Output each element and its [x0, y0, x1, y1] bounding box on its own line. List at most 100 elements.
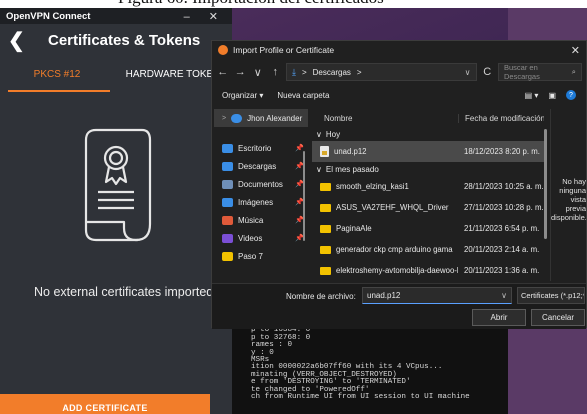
- navigation-pane: > Jhon Alexander Escritorio 📌 Descargas 📌 Do…: [214, 109, 308, 281]
- dialog-footer: Nombre de archivo: unad.p12 ∨ Certificat…: [212, 283, 586, 329]
- file-name: ASUS_VA27EHF_WHQL_Driver: [336, 203, 449, 212]
- file-name: generador ckp cmp arduino gama: [336, 245, 453, 254]
- file-type-select[interactable]: Certificates (*.p12;*.pkcs12;*.pfx: [517, 287, 585, 304]
- file-list: Nombre Fecha de modificación ∨ Hoy unad.…: [312, 109, 544, 281]
- file-list-scrollbar[interactable]: [544, 129, 547, 239]
- column-name[interactable]: Nombre: [312, 114, 458, 123]
- cloud-icon: [231, 113, 243, 123]
- organize-button[interactable]: Organizar ▾: [222, 91, 263, 100]
- open-button[interactable]: Abrir: [472, 309, 526, 326]
- sidebar-item[interactable]: Escritorio 📌: [214, 139, 308, 157]
- openvpn-window-title: OpenVPN Connect: [6, 10, 91, 22]
- openvpn-header: ❮ Certificates & Tokens: [0, 24, 232, 56]
- filename-input[interactable]: unad.p12 ∨: [362, 287, 512, 304]
- sidebar-item[interactable]: Descargas 📌: [214, 157, 308, 175]
- folder-icon: [222, 233, 233, 243]
- address-bar[interactable]: ⤓ > Descargas > ∨: [286, 63, 477, 81]
- refresh-icon[interactable]: C: [481, 66, 495, 78]
- sidebar-separator: [214, 127, 308, 139]
- help-icon[interactable]: ?: [566, 90, 576, 100]
- view-options-icon[interactable]: ▤ ▾: [525, 91, 539, 100]
- folder-icon: [222, 161, 233, 171]
- sidebar-item[interactable]: Videos 📌: [214, 229, 308, 247]
- folder-icon: [320, 245, 331, 254]
- add-certificate-button[interactable]: ADD CERTIFICATE: [0, 394, 210, 414]
- file-name-cell: elektroshemy-avtomobilja-daewoo-lanos: [312, 266, 458, 275]
- folder-icon: [222, 179, 233, 189]
- file-name: elektroshemy-avtomobilja-daewoo-lanos: [336, 266, 458, 275]
- folder-icon: [320, 203, 331, 212]
- file-date: 20/11/2023 2:14 a. m.: [464, 245, 540, 254]
- sidebar-item[interactable]: Música 📌: [214, 211, 308, 229]
- openvpn-window: OpenVPN Connect – ✕ ❮ Certificates & Tok…: [0, 8, 232, 414]
- sidebar-item[interactable]: Paso 7: [214, 247, 308, 265]
- column-headers: Nombre Fecha de modificación: [312, 109, 544, 127]
- column-date[interactable]: Fecha de modificación: [458, 113, 544, 123]
- sidebar-item-label: Documentos: [238, 179, 283, 189]
- file-row[interactable]: PaginaAle 21/11/2023 6:54 p. m.: [312, 218, 544, 239]
- address-separator: >: [301, 67, 307, 77]
- folder-icon: [320, 224, 331, 233]
- figure-caption: Figura 60. Importación del certificados: [0, 0, 587, 8]
- file-row[interactable]: unad.p12 18/12/2023 8:20 p. m.: [312, 141, 544, 162]
- sidebar-item-label: Descargas: [238, 161, 277, 171]
- file-name-cell: ASUS_VA27EHF_WHQL_Driver: [312, 203, 458, 212]
- file-row[interactable]: elektroshemy-avtomobilja-daewoo-lanos 20/…: [312, 260, 544, 281]
- terminal-output: p to 8/64: 0p to 16384: 0p to 32768: 0ra…: [216, 319, 508, 414]
- window-controls[interactable]: – ✕: [184, 10, 226, 23]
- file-row[interactable]: generador ckp cmp arduino gama 20/11/2023…: [312, 239, 544, 260]
- address-folder[interactable]: Descargas: [313, 68, 351, 77]
- navigation-scrollbar[interactable]: [303, 151, 305, 241]
- terminal-line: ch from Runtime UI from UI session to UI…: [251, 393, 470, 402]
- navigation-bar: ← → ∨ ↑ ⤓ > Descargas > ∨ C Buscar en De…: [212, 59, 586, 85]
- active-tab-indicator: [8, 90, 110, 92]
- collapse-chevron-icon: ∨: [316, 129, 322, 139]
- folder-icon: [320, 182, 331, 191]
- file-name-cell: generador ckp cmp arduino gama: [312, 245, 458, 254]
- recent-dropdown-icon[interactable]: ∨: [251, 66, 265, 79]
- sidebar-item-label: Jhon Alexander: [247, 113, 303, 123]
- openvpn-logo-icon: [218, 45, 228, 55]
- group-header-last-month[interactable]: ∨ El mes pasado: [312, 162, 544, 176]
- file-row[interactable]: ASUS_VA27EHF_WHQL_Driver 27/11/2023 10:28…: [312, 197, 544, 218]
- file-date: 27/11/2023 10:28 p. m.: [464, 203, 544, 212]
- sidebar-item[interactable]: Documentos 📌: [214, 175, 308, 193]
- file-name: smooth_elzing_kasi1: [336, 182, 409, 191]
- search-placeholder: Buscar en Descargas: [504, 63, 540, 81]
- import-dialog: Import Profile or Certificate ✕ ← → ∨ ↑ …: [211, 40, 587, 329]
- file-type-value: Certificates (*.p12;*.pkcs12;*.pfx: [521, 291, 584, 300]
- file-date: 28/11/2023 10:25 a. m.: [464, 182, 544, 191]
- dialog-titlebar: Import Profile or Certificate ✕: [212, 41, 586, 59]
- preview-pane-icon[interactable]: ▣: [548, 91, 556, 100]
- dialog-title: Import Profile or Certificate: [233, 45, 335, 55]
- sidebar-item-onedrive[interactable]: > Jhon Alexander: [214, 109, 308, 127]
- expand-chevron-icon[interactable]: >: [222, 115, 226, 122]
- group-header-today[interactable]: ∨ Hoy: [312, 127, 544, 141]
- openvpn-titlebar: OpenVPN Connect – ✕: [0, 8, 232, 24]
- tab-pkcs12[interactable]: PKCS #12: [0, 56, 114, 92]
- certificate-scroll-icon: [84, 128, 152, 242]
- chevron-down-icon[interactable]: ∨: [501, 291, 507, 300]
- sidebar-item[interactable]: Imágenes 📌: [214, 193, 308, 211]
- page-title: Certificates & Tokens: [48, 31, 201, 49]
- new-folder-button[interactable]: Nueva carpeta: [277, 91, 329, 100]
- back-icon[interactable]: ←: [216, 66, 230, 78]
- up-folder-icon[interactable]: ↑: [269, 66, 283, 78]
- preview-pane: No hay ninguna vista previa disponible.: [550, 109, 586, 281]
- cancel-button[interactable]: Cancelar: [531, 309, 585, 326]
- group-label: Hoy: [325, 129, 341, 139]
- sidebar-item-label: Escritorio: [238, 143, 272, 153]
- empty-state-message: No external certificates imported: [34, 285, 214, 299]
- preview-message: No hay ninguna vista previa disponible.: [551, 177, 586, 222]
- chevron-down-icon[interactable]: ∨: [465, 68, 471, 77]
- search-input[interactable]: Buscar en Descargas ⌕: [498, 63, 582, 81]
- collapse-chevron-icon: ∨: [316, 164, 322, 174]
- forward-icon[interactable]: →: [234, 66, 248, 78]
- back-arrow-icon[interactable]: ❮: [8, 28, 48, 53]
- file-name-cell: unad.p12: [312, 146, 458, 157]
- rows-last-month: smooth_elzing_kasi1 28/11/2023 10:25 a. m…: [312, 176, 544, 281]
- file-row[interactable]: smooth_elzing_kasi1 28/11/2023 10:25 a. m…: [312, 176, 544, 197]
- download-arrow-icon: ⤓: [292, 66, 296, 77]
- rows-today: unad.p12 18/12/2023 8:20 p. m.: [312, 141, 544, 162]
- close-icon[interactable]: ✕: [571, 44, 580, 57]
